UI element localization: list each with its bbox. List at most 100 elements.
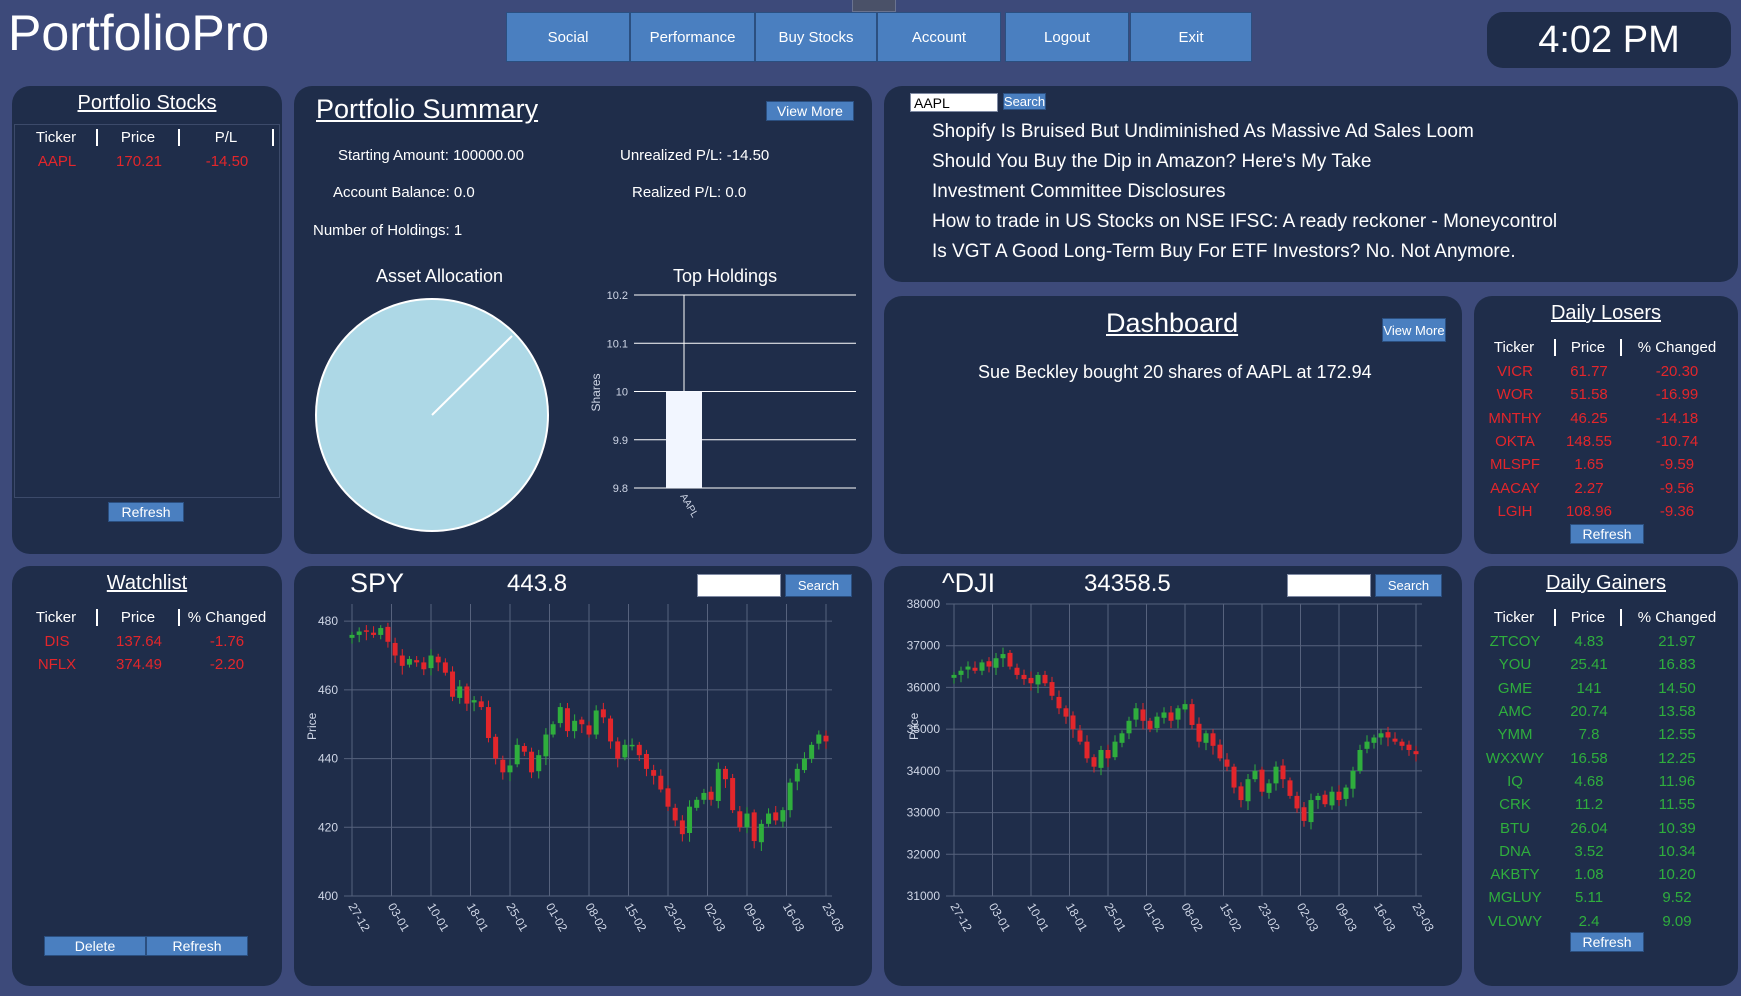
table-row[interactable]: DNA 3.52 10.34 <box>1474 840 1738 863</box>
spy-symbol: SPY <box>350 568 405 598</box>
drag-handle[interactable] <box>852 0 896 12</box>
nav-buy-stocks-button[interactable]: Buy Stocks <box>755 12 877 62</box>
column-header[interactable]: % Changed <box>1622 339 1732 356</box>
column-header[interactable]: % Changed <box>180 609 274 626</box>
candle-body <box>457 686 463 698</box>
col-price[interactable]: Price <box>98 128 180 146</box>
nav-performance-button[interactable]: Performance <box>630 12 755 62</box>
gainers-refresh-button[interactable]: Refresh <box>1570 932 1644 952</box>
dji-search-button[interactable]: Search <box>1375 574 1442 597</box>
candle-body <box>1336 791 1342 801</box>
candle-body <box>1196 723 1202 742</box>
candle-body <box>766 813 772 824</box>
table-row[interactable]: BTU 26.04 10.39 <box>1474 816 1738 839</box>
table-row[interactable]: OKTA 148.55 -10.74 <box>1474 430 1738 453</box>
nav-account-button[interactable]: Account <box>877 12 1001 62</box>
nav-exit-button[interactable]: Exit <box>1130 12 1252 62</box>
table-row[interactable]: VICR 61.77 -20.30 <box>1474 360 1738 383</box>
candle-body <box>701 792 707 800</box>
news-search-button[interactable]: Search <box>1003 93 1046 110</box>
dashboard-title: Dashboard <box>1106 308 1239 338</box>
news-headline[interactable]: Is VGT A Good Long-Term Buy For ETF Inve… <box>932 241 1516 263</box>
table-cell: 20.74 <box>1570 703 1608 721</box>
portfolio-stocks-table-area[interactable] <box>14 124 280 498</box>
column-header[interactable]: Price <box>1556 608 1622 626</box>
candle-body <box>500 759 506 773</box>
watchlist-delete-button[interactable]: Delete <box>44 936 146 956</box>
table-cell: WOR <box>1496 386 1534 404</box>
table-cell: IQ <box>1507 772 1523 790</box>
news-headline[interactable]: How to trade in US Stocks on NSE IFSC: A… <box>932 211 1557 233</box>
column-header[interactable]: Price <box>98 608 180 626</box>
nav-logout-button[interactable]: Logout <box>1005 12 1129 62</box>
candle-body <box>1147 720 1153 730</box>
x-tick-label: 25-01 <box>503 901 531 935</box>
table-row[interactable]: VLOWY 2.4 9.09 <box>1474 910 1738 933</box>
table-row[interactable]: AKBTY 1.08 10.20 <box>1474 863 1738 886</box>
candle-body <box>1028 677 1034 684</box>
portfolio-refresh-button[interactable]: Refresh <box>108 502 184 522</box>
table-row[interactable]: MGLUY 5.11 9.52 <box>1474 886 1738 909</box>
dji-search-input[interactable] <box>1287 574 1371 597</box>
account-balance-label: Account Balance: 0.0 <box>333 184 475 201</box>
daily-losers-panel: Daily Losers Ticker Price% Changed VICR 61.… <box>1474 296 1738 554</box>
column-header[interactable]: % Changed <box>1622 609 1732 626</box>
table-row[interactable]: LGIH 108.96 -9.36 <box>1474 500 1738 523</box>
column-header[interactable]: Price <box>1556 338 1622 356</box>
nav-social-button[interactable]: Social <box>506 12 630 62</box>
losers-refresh-button[interactable]: Refresh <box>1570 524 1644 544</box>
table-row[interactable]: IQ 4.68 11.96 <box>1474 770 1738 793</box>
col-pl[interactable]: P/L <box>180 128 274 146</box>
table-row[interactable]: WOR 51.58 -16.99 <box>1474 383 1738 406</box>
table-row[interactable]: AMC 20.74 13.58 <box>1474 700 1738 723</box>
candle-body <box>428 655 434 669</box>
news-headline[interactable]: Shopify Is Bruised But Undiminished As M… <box>932 121 1474 143</box>
candle-body <box>464 686 470 704</box>
table-row[interactable]: DIS 137.64 -1.76 <box>16 630 278 653</box>
column-header[interactable]: Ticker <box>16 608 98 626</box>
x-tick-label: 27-12 <box>345 901 373 935</box>
candle-body <box>780 810 786 822</box>
spy-search-input[interactable] <box>697 574 781 597</box>
x-tick-label: 23-02 <box>1255 901 1283 935</box>
news-search-input[interactable]: AAPL <box>910 93 998 112</box>
candle-body <box>1049 682 1055 696</box>
news-headline[interactable]: Should You Buy the Dip in Amazon? Here's… <box>932 151 1372 173</box>
candle-body <box>1315 795 1321 801</box>
spy-search-button[interactable]: Search <box>785 574 852 597</box>
table-row[interactable]: ZTCOY 4.83 21.97 <box>1474 630 1738 653</box>
table-row[interactable]: YOU 25.41 16.83 <box>1474 653 1738 676</box>
candle-body <box>1189 704 1195 725</box>
candle-body <box>385 626 391 642</box>
table-cell: WXXWY <box>1485 749 1545 767</box>
column-header[interactable]: Ticker <box>1474 608 1556 626</box>
news-headline[interactable]: Investment Committee Disclosures <box>932 181 1226 203</box>
candle-body <box>1070 715 1076 730</box>
table-row[interactable]: NFLX 374.49 -2.20 <box>16 653 278 676</box>
candle-body <box>1014 667 1020 675</box>
table-cell: CRK <box>1499 796 1531 814</box>
candle-body <box>608 718 614 742</box>
col-ticker[interactable]: Ticker <box>16 128 98 146</box>
table-row[interactable]: GME 141 14.50 <box>1474 677 1738 700</box>
table-row[interactable]: MLSPF 1.65 -9.59 <box>1474 453 1738 476</box>
candle-body <box>816 734 822 744</box>
table-row[interactable]: CRK 11.2 11.55 <box>1474 793 1738 816</box>
candle-body <box>730 778 736 811</box>
table-row[interactable]: YMM 7.8 12.55 <box>1474 723 1738 746</box>
candle-body <box>1308 800 1314 823</box>
column-header[interactable]: Ticker <box>1474 338 1556 356</box>
dashboard-view-more-button[interactable]: View More <box>1382 318 1446 342</box>
table-row[interactable]: WXXWY 16.58 12.25 <box>1474 746 1738 769</box>
table-row[interactable]: AACAY 2.27 -9.56 <box>1474 476 1738 499</box>
candle-body <box>1378 733 1384 738</box>
dji-candlestick-chart: 27-12 03-01 10-01 18-01 25-01 01-02 08-02 15-02… <box>907 597 1437 935</box>
candle-body <box>1084 741 1090 759</box>
table-row[interactable]: MNTHY 46.25 -14.18 <box>1474 407 1738 430</box>
summary-view-more-button[interactable]: View More <box>766 101 854 121</box>
table-cell: -1.76 <box>209 633 245 651</box>
table-cell: 5.11 <box>1574 889 1604 907</box>
table-row[interactable]: AAPL 170.21 -14.50 <box>16 150 278 173</box>
table-cell: 9.09 <box>1662 912 1692 930</box>
watchlist-refresh-button[interactable]: Refresh <box>146 936 248 956</box>
